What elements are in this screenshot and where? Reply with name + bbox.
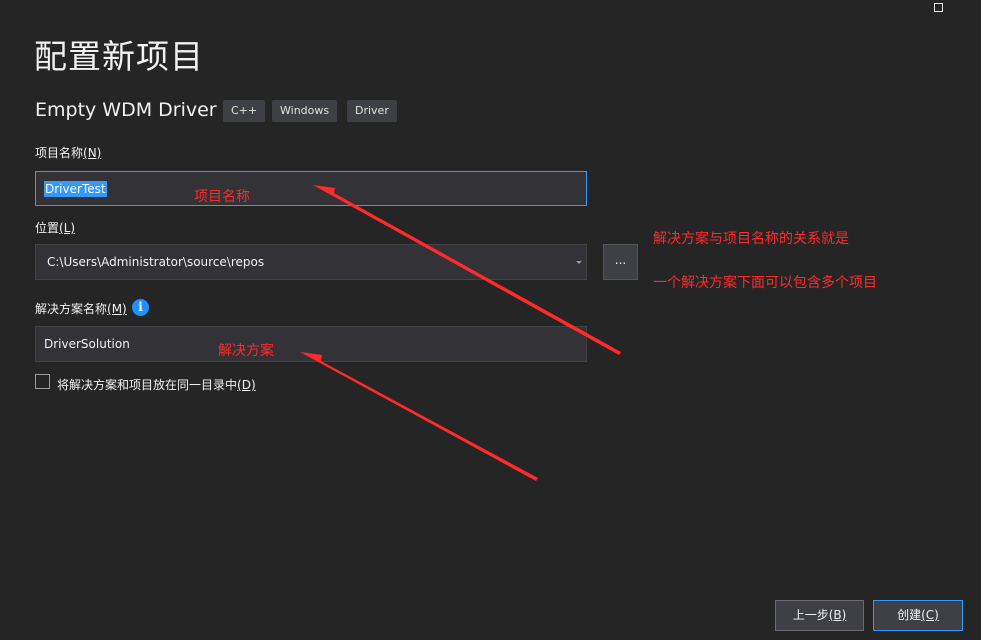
project-name-label-text: 项目名称 xyxy=(35,146,84,160)
project-name-label: 项目名称(N) xyxy=(35,144,101,161)
back-button-label: 上一步 xyxy=(792,608,829,622)
location-value: C:\Users\Administrator\source\repos xyxy=(47,255,265,269)
same-directory-label-text: 将解决方案和项目放在同一目录中 xyxy=(57,378,238,392)
back-button-mnemonic: (B) xyxy=(828,608,847,622)
solution-name-label: 解决方案名称(M) xyxy=(35,300,127,317)
info-icon[interactable]: i xyxy=(132,299,149,316)
tag-driver: Driver xyxy=(347,100,397,122)
create-button-label: 创建 xyxy=(897,608,922,622)
create-button[interactable]: 创建(C) xyxy=(873,600,963,631)
annotation-relation-line1: 解决方案与项目名称的关系就是 xyxy=(653,231,849,247)
back-button[interactable]: 上一步(B) xyxy=(775,600,864,631)
solution-name-value: DriverSolution xyxy=(44,337,130,351)
annotation-relation-line2: 一个解决方案下面可以包含多个项目 xyxy=(653,275,877,291)
location-label-text: 位置 xyxy=(35,221,60,235)
solution-name-input[interactable]: DriverSolution xyxy=(35,326,587,362)
location-mnemonic: (L) xyxy=(59,221,76,235)
project-name-value: DriverTest xyxy=(44,180,107,197)
tag-cpp: C++ xyxy=(223,100,266,122)
tag-windows: Windows xyxy=(272,100,338,122)
page-title: 配置新项目 xyxy=(34,37,204,76)
maximize-icon[interactable] xyxy=(934,3,943,12)
annotation-arrows xyxy=(300,185,621,481)
template-name: Empty WDM Driver xyxy=(35,99,217,121)
annotation-project-name: 项目名称 xyxy=(194,189,250,205)
annotation-solution: 解决方案 xyxy=(218,343,274,359)
location-label: 位置(L) xyxy=(35,219,75,236)
arrow-to-solution xyxy=(300,352,538,481)
create-button-mnemonic: (C) xyxy=(921,608,939,622)
solution-name-mnemonic: (M) xyxy=(107,302,127,316)
project-name-mnemonic: (N) xyxy=(83,146,102,160)
project-name-input[interactable]: DriverTest xyxy=(35,171,587,206)
solution-name-label-text: 解决方案名称 xyxy=(35,302,108,316)
chevron-down-icon[interactable] xyxy=(576,261,582,264)
same-directory-mnemonic: (D) xyxy=(237,378,256,392)
browse-button[interactable]: ... xyxy=(603,244,638,280)
same-directory-label[interactable]: 将解决方案和项目放在同一目录中(D) xyxy=(57,376,256,393)
location-combobox[interactable]: C:\Users\Administrator\source\repos xyxy=(35,244,587,280)
same-directory-checkbox[interactable] xyxy=(35,374,50,389)
